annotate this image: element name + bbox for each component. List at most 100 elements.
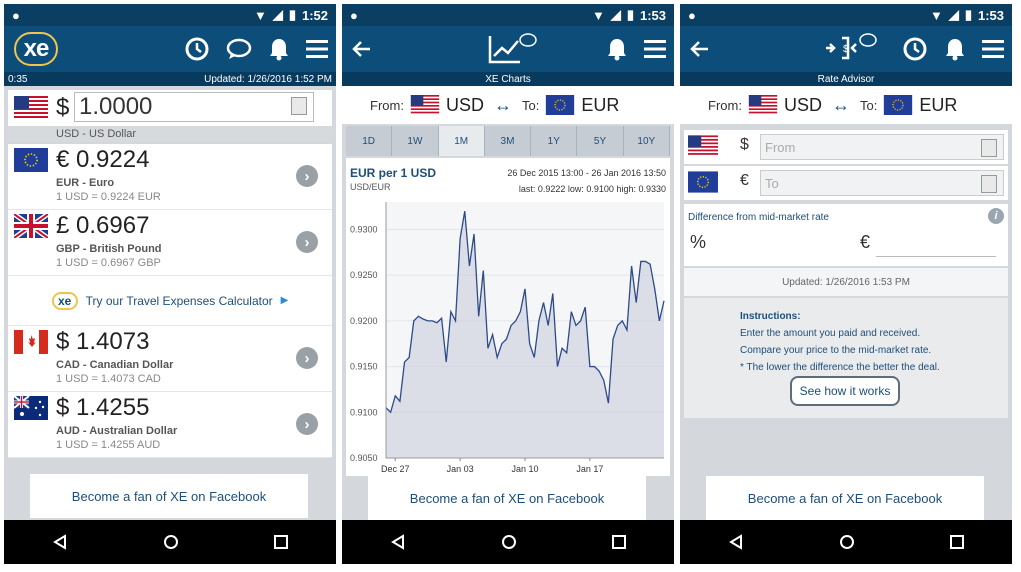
travel-calculator-promo[interactable]: xe Try our Travel Expenses Calculator ▶ [8,276,332,326]
tab-1d[interactable]: 1D [346,126,393,156]
chat-icon[interactable] [226,37,252,61]
currency-rate: 1 USD = 0.6967 GBP [56,257,161,269]
recents-icon[interactable] [950,535,965,549]
currency-row-aud[interactable]: $ 1.4255 AUD - Australian Dollar 1 USD =… [8,392,332,458]
tab-1y[interactable]: 1Y [531,126,578,156]
recents-icon[interactable] [612,535,627,549]
status-bar: ● ▼ ◢ ▮ 1:52 [4,4,336,26]
back-icon[interactable] [728,534,744,550]
currency-row-gbp[interactable]: £ 0.6967 GBP - British Pound 1 USD = 0.6… [8,210,332,276]
sub-bar: Rate Advisor [680,72,1012,86]
y-tick-label: 0.9200 [350,316,378,326]
updated-text: Updated: 1/26/2016 1:52 PM [204,73,332,85]
to-currency[interactable]: EUR [581,95,619,116]
home-icon[interactable] [839,534,855,550]
bell-icon[interactable] [944,37,966,61]
battery-icon: ▮ [626,7,634,22]
canada-flag-icon [14,330,48,354]
base-amount-input[interactable]: 1.0000 [74,92,314,122]
euro-symbol: € [740,172,749,189]
back-arrow-icon[interactable] [352,40,372,58]
to-label: To: [521,97,540,113]
base-currency-row[interactable]: $ 1.0000 USD - US Dollar [8,90,332,142]
from-currency[interactable]: USD [446,95,484,116]
x-tick-label: Dec 27 [381,464,410,474]
rate-chart[interactable]: EUR per 1 USD USD/EUR 26 Dec 2015 13:00 … [346,158,670,476]
base-currency-name: USD - US Dollar [8,126,332,142]
promo-text: Try our Travel Expenses Calculator [85,293,273,308]
chart-icon [488,33,537,64]
currency-name: EUR - Euro [56,177,115,189]
currency-row-cad[interactable]: $ 1.4073 CAD - Canadian Dollar 1 USD = 1… [8,326,332,392]
currency-pair-selector[interactable]: From: USD ↔ To: EUR [342,86,674,124]
android-icon: ● [688,7,696,23]
wifi-icon: ▼ [591,7,605,23]
currency-amount: $ 1.4255 [56,394,150,421]
xe-logo: xe [14,32,58,66]
swap-arrows-icon[interactable]: ↔ [494,95,512,116]
battery-icon: ▮ [288,7,296,22]
home-icon[interactable] [163,534,179,550]
status-time: 1:53 [639,7,666,23]
euro-diff-symbol: € [860,232,871,252]
to-amount-input[interactable]: To [760,170,1004,196]
status-bar: ● ▼ ◢ ▮ 1:53 [680,4,1012,26]
chevron-right-icon[interactable]: › [296,347,318,369]
back-arrow-icon[interactable] [690,40,710,58]
tab-1m[interactable]: 1M [438,126,485,156]
history-icon[interactable] [184,36,210,62]
recents-icon[interactable] [274,535,289,549]
info-icon[interactable]: i [988,208,1004,224]
chevron-right-icon[interactable]: › [296,231,318,253]
facebook-banner[interactable]: Become a fan of XE on Facebook [706,476,984,520]
phone-charts: ● ▼ ◢ ▮ 1:53 XE Charts From: USD ↔ To: EUR … [342,4,674,564]
facebook-banner[interactable]: Become a fan of XE on Facebook [368,476,646,520]
facebook-banner[interactable]: Become a fan of XE on Facebook [30,474,308,518]
us-flag-icon [688,135,718,157]
back-icon[interactable] [390,534,406,550]
chevron-right-icon[interactable]: › [296,413,318,435]
tab-1w[interactable]: 1W [392,126,439,156]
tab-3m[interactable]: 3M [484,126,532,156]
android-nav-bar [342,520,674,564]
wifi-icon: ▼ [929,7,943,23]
tab-10y[interactable]: 10Y [623,126,670,156]
us-flag-icon [410,95,440,115]
home-icon[interactable] [501,534,517,550]
y-tick-label: 0.9300 [350,224,378,234]
chevron-right-icon[interactable]: › [296,165,318,187]
android-icon: ● [12,7,20,23]
bell-icon[interactable] [268,37,290,61]
currency-row-eur[interactable]: € 0.9224 EUR - Euro 1 USD = 0.9224 EUR › [8,144,332,210]
currency-rate: 1 USD = 1.4073 CAD [56,373,161,385]
menu-icon[interactable] [306,39,328,59]
calculator-icon[interactable] [981,139,997,157]
see-how-it-works-button[interactable]: See how it works [790,376,900,406]
eu-flag-icon [688,171,718,193]
instructions-heading: Instructions: [740,311,801,322]
calculator-icon[interactable] [291,97,307,115]
difference-panel: Difference from mid-market rate i % € [684,204,1008,266]
calculator-icon[interactable] [981,175,997,193]
swap-arrows-icon[interactable]: ↔ [832,95,850,116]
currency-rate: 1 USD = 0.9224 EUR [56,191,161,203]
app-bar [342,26,674,72]
bell-icon[interactable] [606,37,628,61]
play-arrow-icon: ▶ [280,295,289,306]
from-currency[interactable]: USD [784,95,822,116]
instruction-line: Enter the amount you paid and received. [740,328,921,339]
x-tick-label: Jan 03 [447,464,474,474]
from-amount-input[interactable]: From [760,134,1004,160]
to-currency[interactable]: EUR [919,95,957,116]
currency-pair-selector[interactable]: From: USD ↔ To: EUR [680,86,1012,124]
menu-icon[interactable] [644,39,666,59]
y-tick-label: 0.9100 [350,407,378,417]
history-icon[interactable] [902,36,928,62]
menu-icon[interactable] [982,39,1004,59]
eu-flag-icon [14,148,48,172]
instruction-line: Compare your price to the mid-market rat… [740,345,932,356]
y-tick-label: 0.9250 [350,270,378,280]
phone-converter: ● ▼ ◢ ▮ 1:52 xe 0:35 Updated: 1/26/2016 1:5… [4,4,336,564]
back-icon[interactable] [52,534,68,550]
tab-5y[interactable]: 5Y [577,126,624,156]
